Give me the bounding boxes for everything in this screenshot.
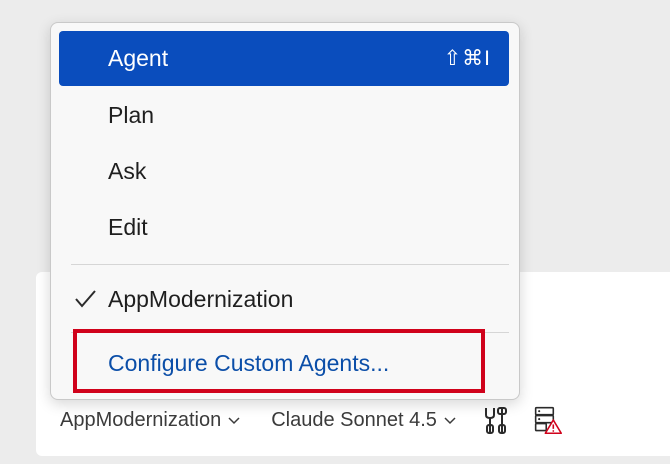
keyboard-shortcut: ⇧⌘I xyxy=(443,47,491,70)
menu-item-ask[interactable]: Ask xyxy=(59,143,509,199)
menu-divider xyxy=(71,264,509,265)
checkmark-icon xyxy=(73,287,97,311)
menu-item-configure-custom-agents[interactable]: Configure Custom Agents... xyxy=(59,335,509,391)
server-warning-icon[interactable] xyxy=(533,404,563,436)
agent-mode-menu: Agent ⇧⌘I Plan Ask Edit AppModernization… xyxy=(50,22,520,400)
chat-toolbar: AppModernization Claude Sonnet 4.5 xyxy=(60,404,585,436)
tools-icon[interactable] xyxy=(481,404,511,436)
menu-item-edit[interactable]: Edit xyxy=(59,199,509,255)
menu-item-label: Ask xyxy=(108,157,147,184)
model-picker-label: Claude Sonnet 4.5 xyxy=(271,408,437,431)
chevron-down-icon xyxy=(227,413,241,427)
configure-link-label: Configure Custom Agents... xyxy=(108,349,390,376)
chevron-down-icon xyxy=(443,413,457,427)
model-picker[interactable]: Claude Sonnet 4.5 xyxy=(271,409,457,432)
menu-divider xyxy=(71,332,509,333)
menu-item-plan[interactable]: Plan xyxy=(59,87,509,143)
menu-item-label: Edit xyxy=(108,213,148,240)
menu-item-label: AppModernization xyxy=(108,285,294,312)
menu-item-agent[interactable]: Agent ⇧⌘I xyxy=(59,31,509,86)
menu-item-label: Plan xyxy=(108,101,155,128)
menu-item-appmodernization[interactable]: AppModernization xyxy=(59,271,509,327)
menu-item-label: Agent xyxy=(108,45,169,71)
agent-picker[interactable]: AppModernization xyxy=(60,409,241,432)
agent-picker-label: AppModernization xyxy=(60,408,222,431)
